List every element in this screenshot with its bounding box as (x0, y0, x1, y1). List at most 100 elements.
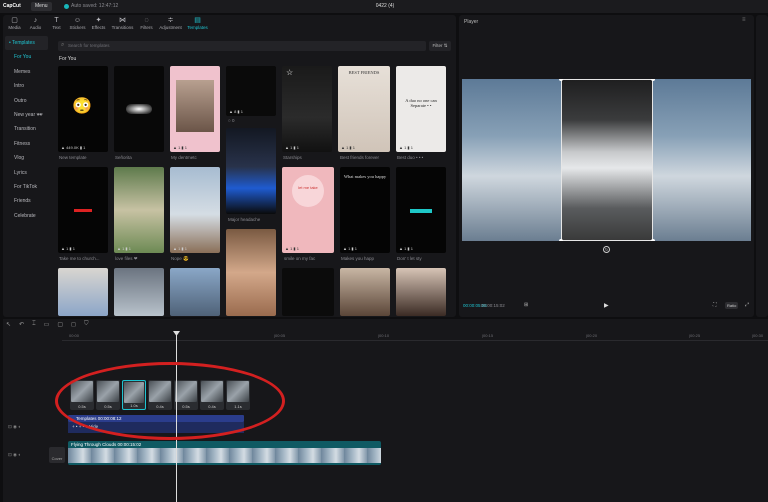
menu-button[interactable]: Menu (31, 2, 52, 11)
tab-templates[interactable]: ▤ Templates (185, 16, 210, 34)
cover-button[interactable]: Cover (49, 447, 65, 463)
delete-icon[interactable]: ▭ (44, 321, 50, 330)
ruler-tick: |00:30 (752, 333, 764, 338)
autosave-status: Auto saved: 12:47:12 (71, 3, 119, 9)
lock-icon[interactable]: ⊡ ◉ ◐ (8, 452, 21, 458)
category-outro[interactable]: Outro (5, 94, 48, 108)
split-icon[interactable]: ⌶ (32, 321, 36, 330)
search-placeholder: Search for templates (68, 43, 110, 48)
template-thumb[interactable]: ▲ 8 ▮ 1 (226, 66, 276, 116)
resize-handle[interactable] (651, 79, 655, 81)
template-caption: Best friends forever (340, 155, 380, 160)
tab-stickers[interactable]: ☺ Stickers (68, 16, 87, 34)
grid-icon[interactable]: ⊞ (524, 302, 528, 308)
highlight-annotation (55, 362, 285, 440)
ruler-tick: |00:20 (586, 333, 598, 338)
app-logo: CapCut (3, 3, 21, 9)
template-caption: Don' t let sty (397, 256, 422, 261)
player-title: Player (464, 19, 479, 25)
selected-video-frame[interactable] (561, 79, 653, 241)
template-thumb[interactable]: ☆ ▲ 1 ▮ 1 (282, 66, 332, 152)
template-caption: New template (59, 155, 87, 160)
category-intro[interactable]: Intro (5, 79, 48, 93)
template-thumb[interactable]: ▲ 1 ▮ 1 (170, 66, 220, 152)
timeline-toolbar: ↖ ↶ ⌶ ▭ ▢ ◻ ⛉ (6, 321, 89, 330)
category-for-tiktok[interactable]: For TikTok (5, 180, 48, 194)
menu-icon[interactable]: ≡ (742, 17, 746, 23)
template-caption: Major headache (228, 217, 261, 222)
fullscreen-icon[interactable]: ⤢ (745, 302, 749, 308)
template-thumb[interactable] (58, 268, 108, 316)
template-thumb[interactable]: BEST FRIENDS ▲ 1 ▮ 1 (338, 66, 390, 152)
template-thumb[interactable] (226, 229, 276, 316)
tab-effects[interactable]: ✦ Effects (89, 16, 108, 34)
template-thumb[interactable] (170, 268, 220, 316)
resize-handle[interactable] (559, 239, 563, 241)
category-lyrics[interactable]: Lyrics (5, 166, 48, 180)
preview-canvas[interactable] (462, 79, 751, 241)
effects-icon: ✦ (95, 17, 102, 24)
category-celebrate[interactable]: Celebrate (5, 209, 48, 223)
shield-icon[interactable]: ⛉ (84, 321, 89, 330)
category-fitness[interactable]: Fitness (5, 137, 48, 151)
template-thumb[interactable]: A duo no one can Separate • • ▲ 1 ▮ 1 (396, 66, 446, 152)
undo-icon[interactable]: ↶ (19, 321, 24, 330)
ratio-button[interactable]: Ratio (725, 302, 739, 309)
play-icon[interactable]: ▶ (604, 302, 609, 309)
tab-audio[interactable]: ♪ Audio (26, 16, 45, 34)
main-track-label: Flying Through Clouds 00:00:15:02 (71, 442, 142, 447)
adjustment-icon: ≑ (167, 17, 174, 24)
search-icon: ⌕ (61, 42, 65, 48)
template-thumb[interactable] (396, 268, 446, 316)
tab-text[interactable]: T Text (47, 16, 66, 34)
template-thumb[interactable]: let me take ▲ 1 ▮ 1 (282, 167, 334, 253)
sticker-icon: ☺ (73, 17, 82, 24)
tab-transitions[interactable]: ⋈ Transitions (110, 16, 135, 34)
tab-media[interactable]: ▢ Media (5, 16, 24, 34)
category-friends[interactable]: Friends (5, 194, 48, 208)
crop-icon[interactable]: ◻ (71, 321, 76, 330)
template-thumb[interactable]: ▲ 1 ▮ 1 (114, 167, 164, 253)
filter-button[interactable]: Filter ⇅ (429, 41, 451, 51)
select-icon[interactable]: ↖ (6, 321, 11, 330)
ruler-tick: |00:05 (274, 333, 286, 338)
category-vlog[interactable]: Vlog (5, 151, 48, 165)
category-transition[interactable]: Transition (5, 122, 48, 136)
details-panel (756, 15, 768, 317)
autosave-icon (64, 4, 69, 9)
category-memes[interactable]: Memes (5, 65, 48, 79)
tab-adjustment[interactable]: ≑ Adjustment (158, 16, 183, 34)
template-thumb[interactable] (114, 268, 164, 316)
template-caption: ○ 0 (228, 118, 235, 123)
template-caption: love files ❤ (115, 256, 138, 261)
template-caption: Nope 😎 (171, 256, 189, 261)
ruler-tick: |00:10 (378, 333, 390, 338)
crop-icon[interactable]: ⛶ (713, 302, 717, 308)
category-templates[interactable]: • Templates (5, 36, 48, 51)
template-caption: Take me to church... (59, 256, 100, 261)
template-thumb[interactable]: What makes you happy ▲ 1 ▮ 1 (340, 167, 390, 253)
total-time: 00:00:15:02 (481, 303, 505, 308)
timeline-ruler[interactable] (62, 331, 768, 341)
template-thumb[interactable]: ▲ 1 ▮ 1 (58, 167, 108, 253)
template-thumb[interactable]: 😳 ▲ 449.0K ▮ 1 (58, 66, 108, 152)
template-thumb[interactable]: ▲ 1 ▮ 1 (170, 167, 220, 253)
star-icon: ☆ (286, 68, 294, 77)
resize-handle[interactable] (651, 239, 655, 241)
freeze-icon[interactable]: ▢ (57, 321, 63, 330)
text-icon: T (54, 17, 59, 24)
transitions-icon: ⋈ (119, 17, 126, 24)
template-thumb[interactable] (114, 66, 164, 152)
template-thumb[interactable]: ▲ 1 ▮ 1 (396, 167, 446, 253)
lock-icon[interactable]: ⊡ ◉ ◐ (8, 424, 21, 430)
filters-icon: ◌ (144, 17, 149, 24)
tab-filters[interactable]: ◌ Filters (137, 16, 156, 34)
template-caption: Best duo • • • (397, 155, 424, 160)
rotate-icon[interactable]: ↻ (603, 246, 610, 253)
template-thumb[interactable] (282, 268, 334, 316)
template-thumb[interactable] (226, 128, 276, 214)
category-for-you[interactable]: For You (5, 50, 48, 64)
search-input[interactable] (58, 41, 426, 51)
category-new-year[interactable]: New year 🕶 (5, 108, 48, 122)
template-thumb[interactable] (340, 268, 390, 316)
